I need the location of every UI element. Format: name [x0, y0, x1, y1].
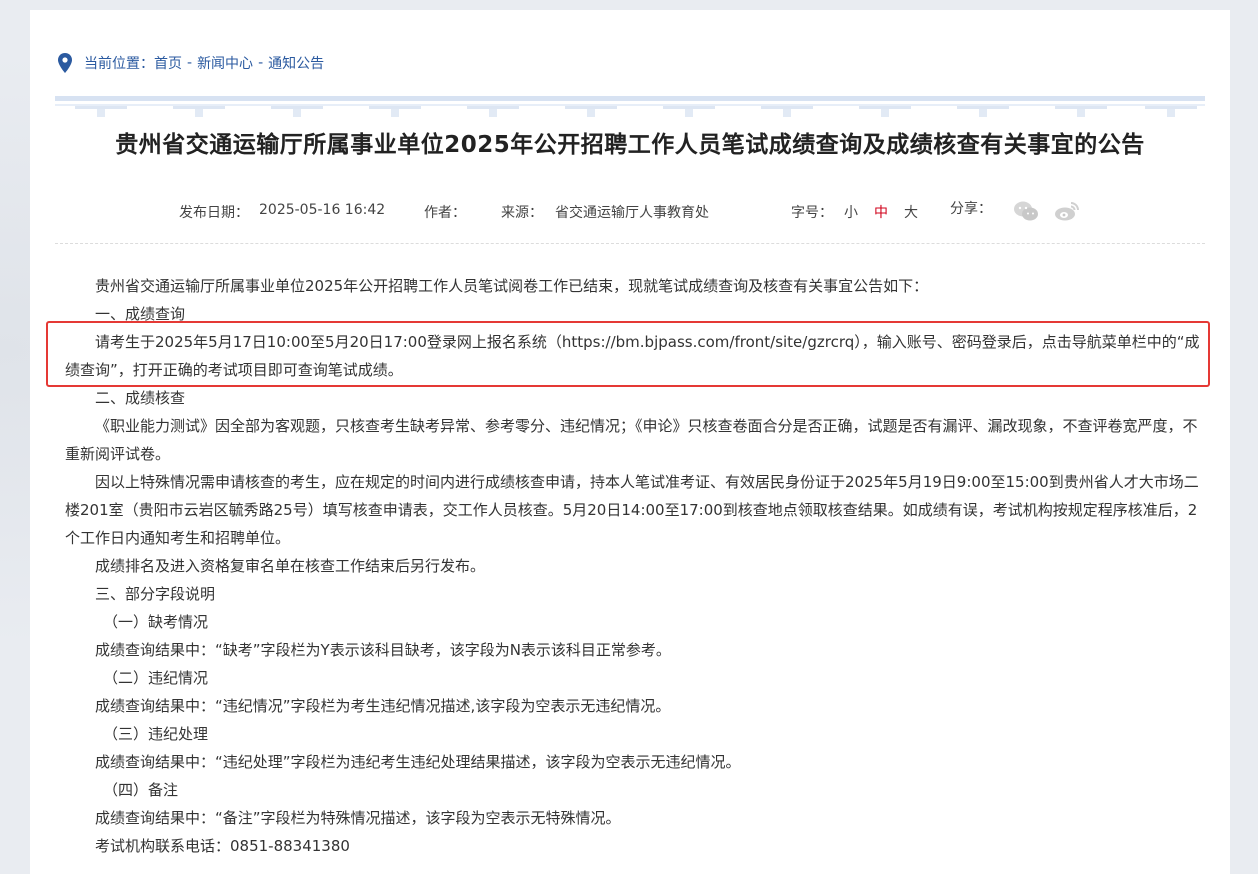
source-label: 来源：	[501, 205, 543, 221]
banner-post	[173, 106, 225, 117]
font-size-large-button[interactable]: 大	[904, 202, 918, 222]
publish-date-label: 发布日期：	[179, 205, 249, 221]
font-size-label: 字号：	[791, 205, 833, 221]
font-size-small-button[interactable]: 小	[844, 202, 858, 222]
decorative-bridge-banner	[55, 96, 1205, 117]
banner-post	[1055, 106, 1107, 117]
banner-bar	[55, 104, 1205, 106]
breadcrumb-label: 当前位置：	[84, 56, 154, 72]
body-paragraph: 《职业能力测试》因全部为客观题，只核查考生缺考异常、参考零分、违纪情况；《申论》…	[65, 417, 1198, 463]
banner-post	[271, 106, 323, 117]
section-heading: 二、成绩核查	[95, 389, 186, 407]
source-value: 省交通运输厅人事教育处	[555, 205, 709, 221]
banner-post	[859, 106, 911, 117]
publish-date: 2025-05-16 16:42	[259, 202, 386, 218]
font-size-medium-button[interactable]: 中	[874, 202, 888, 222]
subsection-heading: （二）违纪情况	[103, 669, 209, 687]
section-heading: 一、成绩查询	[95, 305, 186, 323]
body-paragraph: 成绩查询结果中：“缺考”字段栏为Y表示该科目缺考，该字段为N表示该科目正常参考。	[95, 641, 671, 659]
contact-phone: 考试机构联系电话：0851-88341380	[95, 837, 350, 855]
banner-post	[957, 106, 1009, 117]
breadcrumb: 当前位置： 首页 - 新闻中心 - 通知公告	[56, 52, 324, 74]
article-meta: 发布日期： 2025-05-16 16:42 作者： 来源： 省交通运输厅人事教…	[30, 200, 1230, 224]
banner-post	[75, 106, 127, 117]
body-paragraph: 贵州省交通运输厅所属事业单位2025年公开招聘工作人员笔试阅卷工作已结束，现就笔…	[95, 277, 929, 295]
banner-post	[565, 106, 617, 117]
banner-post	[761, 106, 813, 117]
article-title: 贵州省交通运输厅所属事业单位2025年公开招聘工作人员笔试成绩查询及成绩核查有关…	[115, 132, 1145, 158]
section-heading: 三、部分字段说明	[95, 585, 216, 603]
banner-post	[1145, 106, 1197, 117]
body-paragraph: 成绩查询结果中：“备注”字段栏为特殊情况描述，该字段为空表示无特殊情况。	[95, 809, 621, 827]
share-label: 分享：	[950, 201, 992, 217]
wechat-icon[interactable]	[1013, 200, 1039, 222]
meta-divider	[55, 243, 1205, 244]
breadcrumb-separator: -	[258, 55, 264, 71]
breadcrumb-separator: -	[187, 55, 193, 71]
banner-post	[467, 106, 519, 117]
article-body: 贵州省交通运输厅所属事业单位2025年公开招聘工作人员笔试阅卷工作已结束，现就笔…	[65, 272, 1205, 860]
breadcrumb-notice-link[interactable]: 通知公告	[268, 53, 324, 73]
weibo-icon[interactable]	[1054, 200, 1080, 222]
body-paragraph: 成绩排名及进入资格复审名单在核查工作结束后另行发布。	[95, 557, 486, 575]
breadcrumb-home-link[interactable]: 首页	[154, 53, 182, 73]
banner-post	[369, 106, 421, 117]
subsection-heading: （四）备注	[103, 781, 179, 799]
body-paragraph: 请考生于2025年5月17日10:00至5月20日17:00登录网上报名系统（h…	[65, 333, 1200, 379]
article-container: 当前位置： 首页 - 新闻中心 - 通知公告 贵州省交通运输厅所属事业单位202…	[30, 10, 1230, 874]
breadcrumb-news-link[interactable]: 新闻中心	[197, 53, 253, 73]
subsection-heading: （一）缺考情况	[103, 613, 209, 631]
banner-post	[663, 106, 715, 117]
author-label: 作者：	[424, 205, 466, 221]
banner-bar	[55, 96, 1205, 101]
body-paragraph: 因以上特殊情况需申请核查的考生，应在规定的时间内进行成绩核查申请，持本人笔试准考…	[65, 473, 1199, 547]
location-pin-icon	[58, 53, 72, 73]
body-paragraph: 成绩查询结果中：“违纪情况”字段栏为考生违纪情况描述,该字段为空表示无违纪情况。	[95, 697, 671, 715]
subsection-heading: （三）违纪处理	[103, 725, 209, 743]
body-paragraph: 成绩查询结果中：“违纪处理”字段栏为违纪考生违纪处理结果描述，该字段为空表示无违…	[95, 753, 741, 771]
